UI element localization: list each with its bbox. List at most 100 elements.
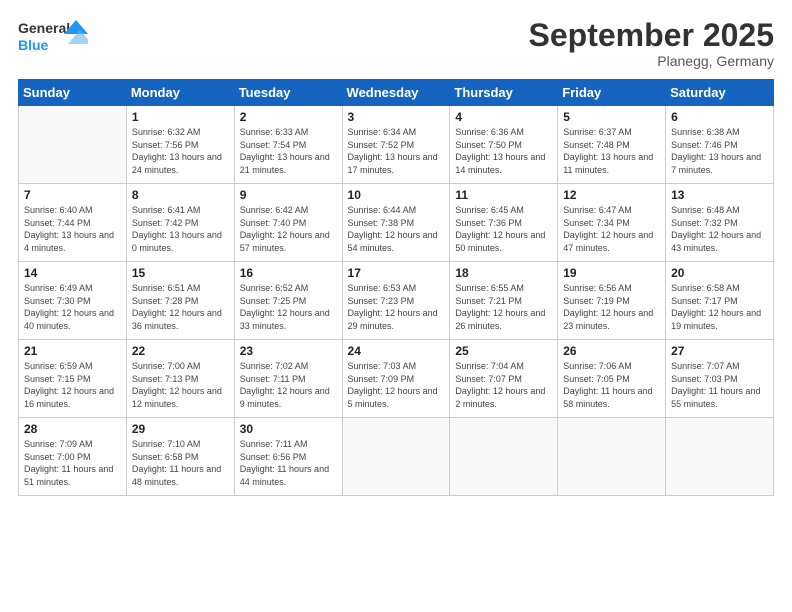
day-number: 18 (455, 266, 552, 280)
logo: General Blue (18, 18, 88, 58)
day-cell (19, 106, 127, 184)
day-cell: 3 Sunrise: 6:34 AM Sunset: 7:52 PM Daylig… (342, 106, 450, 184)
day-info: Sunrise: 7:04 AM Sunset: 7:07 PM Dayligh… (455, 360, 552, 410)
week-row-4: 28Sunrise: 7:09 AM Sunset: 7:00 PM Dayli… (19, 418, 774, 496)
header-row: Sunday Monday Tuesday Wednesday Thursday… (19, 80, 774, 106)
day-number: 24 (348, 344, 445, 358)
day-cell: 14 Sunrise: 6:49 AM Sunset: 7:30 PM Dayli… (19, 262, 127, 340)
day-cell: 4 Sunrise: 6:36 AM Sunset: 7:50 PM Daylig… (450, 106, 558, 184)
day-number: 25 (455, 344, 552, 358)
day-number: 23 (240, 344, 337, 358)
day-cell: 8 Sunrise: 6:41 AM Sunset: 7:42 PM Daylig… (126, 184, 234, 262)
day-info: Sunrise: 7:10 AM Sunset: 6:58 PM Dayligh… (132, 438, 229, 488)
week-row-3: 21Sunrise: 6:59 AM Sunset: 7:15 PM Dayli… (19, 340, 774, 418)
day-cell (342, 418, 450, 496)
day-number: 12 (563, 188, 660, 202)
day-number: 4 (455, 110, 552, 124)
day-cell: 17 Sunrise: 6:53 AM Sunset: 7:23 PM Dayli… (342, 262, 450, 340)
day-number: 16 (240, 266, 337, 280)
col-tuesday: Tuesday (234, 80, 342, 106)
day-cell: 1Sunrise: 6:32 AM Sunset: 7:56 PM Daylig… (126, 106, 234, 184)
day-info: Sunrise: 6:51 AM Sunset: 7:28 PM Dayligh… (132, 282, 229, 332)
day-info: Sunrise: 6:38 AM Sunset: 7:46 PM Dayligh… (671, 126, 768, 176)
day-number: 29 (132, 422, 229, 436)
day-cell: 20 Sunrise: 6:58 AM Sunset: 7:17 PM Dayli… (666, 262, 774, 340)
day-info: Sunrise: 6:36 AM Sunset: 7:50 PM Dayligh… (455, 126, 552, 176)
day-info: Sunrise: 7:07 AM Sunset: 7:03 PM Dayligh… (671, 360, 768, 410)
day-number: 2 (240, 110, 337, 124)
day-cell: 2Sunrise: 6:33 AM Sunset: 7:54 PM Daylig… (234, 106, 342, 184)
day-number: 14 (24, 266, 121, 280)
day-cell: 24 Sunrise: 7:03 AM Sunset: 7:09 PM Dayli… (342, 340, 450, 418)
day-info: Sunrise: 6:52 AM Sunset: 7:25 PM Dayligh… (240, 282, 337, 332)
day-number: 1 (132, 110, 229, 124)
day-cell: 7 Sunrise: 6:40 AM Sunset: 7:44 PM Daylig… (19, 184, 127, 262)
day-cell (558, 418, 666, 496)
day-cell: 25 Sunrise: 7:04 AM Sunset: 7:07 PM Dayli… (450, 340, 558, 418)
day-number: 3 (348, 110, 445, 124)
day-info: Sunrise: 6:53 AM Sunset: 7:23 PM Dayligh… (348, 282, 445, 332)
day-cell: 16 Sunrise: 6:52 AM Sunset: 7:25 PM Dayli… (234, 262, 342, 340)
day-number: 19 (563, 266, 660, 280)
day-number: 27 (671, 344, 768, 358)
day-number: 13 (671, 188, 768, 202)
svg-text:General: General (18, 20, 70, 36)
day-cell: 30Sunrise: 7:11 AM Sunset: 6:56 PM Dayli… (234, 418, 342, 496)
month-title: September 2025 (529, 18, 774, 53)
day-info: Sunrise: 6:48 AM Sunset: 7:32 PM Dayligh… (671, 204, 768, 254)
day-info: Sunrise: 6:45 AM Sunset: 7:36 PM Dayligh… (455, 204, 552, 254)
title-block: September 2025 Planegg, Germany (529, 18, 774, 69)
day-cell: 29 Sunrise: 7:10 AM Sunset: 6:58 PM Dayli… (126, 418, 234, 496)
day-info: Sunrise: 7:03 AM Sunset: 7:09 PM Dayligh… (348, 360, 445, 410)
day-cell: 28Sunrise: 7:09 AM Sunset: 7:00 PM Dayli… (19, 418, 127, 496)
day-cell: 21Sunrise: 6:59 AM Sunset: 7:15 PM Dayli… (19, 340, 127, 418)
location: Planegg, Germany (529, 53, 774, 69)
day-cell: 5 Sunrise: 6:37 AM Sunset: 7:48 PM Daylig… (558, 106, 666, 184)
day-info: Sunrise: 6:41 AM Sunset: 7:42 PM Dayligh… (132, 204, 229, 254)
calendar: Sunday Monday Tuesday Wednesday Thursday… (18, 79, 774, 496)
day-info: Sunrise: 6:55 AM Sunset: 7:21 PM Dayligh… (455, 282, 552, 332)
day-number: 7 (24, 188, 121, 202)
day-number: 28 (24, 422, 121, 436)
day-number: 15 (132, 266, 229, 280)
day-info: Sunrise: 7:02 AM Sunset: 7:11 PM Dayligh… (240, 360, 337, 410)
day-info: Sunrise: 6:34 AM Sunset: 7:52 PM Dayligh… (348, 126, 445, 176)
day-info: Sunrise: 6:44 AM Sunset: 7:38 PM Dayligh… (348, 204, 445, 254)
week-row-2: 14 Sunrise: 6:49 AM Sunset: 7:30 PM Dayli… (19, 262, 774, 340)
col-sunday: Sunday (19, 80, 127, 106)
day-cell: 22Sunrise: 7:00 AM Sunset: 7:13 PM Dayli… (126, 340, 234, 418)
day-info: Sunrise: 6:58 AM Sunset: 7:17 PM Dayligh… (671, 282, 768, 332)
col-friday: Friday (558, 80, 666, 106)
col-wednesday: Wednesday (342, 80, 450, 106)
page: General Blue September 2025 Planegg, Ger… (0, 0, 792, 612)
day-number: 9 (240, 188, 337, 202)
day-cell: 23 Sunrise: 7:02 AM Sunset: 7:11 PM Dayli… (234, 340, 342, 418)
day-info: Sunrise: 6:49 AM Sunset: 7:30 PM Dayligh… (24, 282, 121, 332)
day-number: 6 (671, 110, 768, 124)
header: General Blue September 2025 Planegg, Ger… (18, 18, 774, 69)
day-number: 21 (24, 344, 121, 358)
svg-text:Blue: Blue (18, 37, 49, 53)
day-cell: 6 Sunrise: 6:38 AM Sunset: 7:46 PM Daylig… (666, 106, 774, 184)
day-info: Sunrise: 6:40 AM Sunset: 7:44 PM Dayligh… (24, 204, 121, 254)
day-info: Sunrise: 6:56 AM Sunset: 7:19 PM Dayligh… (563, 282, 660, 332)
day-info: Sunrise: 7:11 AM Sunset: 6:56 PM Dayligh… (240, 438, 337, 488)
day-number: 8 (132, 188, 229, 202)
day-number: 5 (563, 110, 660, 124)
day-number: 26 (563, 344, 660, 358)
day-info: Sunrise: 6:47 AM Sunset: 7:34 PM Dayligh… (563, 204, 660, 254)
day-cell: 11Sunrise: 6:45 AM Sunset: 7:36 PM Dayli… (450, 184, 558, 262)
day-cell: 18 Sunrise: 6:55 AM Sunset: 7:21 PM Dayli… (450, 262, 558, 340)
day-cell: 10 Sunrise: 6:44 AM Sunset: 7:38 PM Dayli… (342, 184, 450, 262)
day-cell: 27 Sunrise: 7:07 AM Sunset: 7:03 PM Dayli… (666, 340, 774, 418)
day-number: 10 (348, 188, 445, 202)
week-row-0: 1Sunrise: 6:32 AM Sunset: 7:56 PM Daylig… (19, 106, 774, 184)
day-number: 20 (671, 266, 768, 280)
day-cell: 12 Sunrise: 6:47 AM Sunset: 7:34 PM Dayli… (558, 184, 666, 262)
day-cell: 13 Sunrise: 6:48 AM Sunset: 7:32 PM Dayli… (666, 184, 774, 262)
day-number: 17 (348, 266, 445, 280)
day-cell: 15 Sunrise: 6:51 AM Sunset: 7:28 PM Dayli… (126, 262, 234, 340)
day-cell (666, 418, 774, 496)
day-info: Sunrise: 6:42 AM Sunset: 7:40 PM Dayligh… (240, 204, 337, 254)
day-info: Sunrise: 6:37 AM Sunset: 7:48 PM Dayligh… (563, 126, 660, 176)
